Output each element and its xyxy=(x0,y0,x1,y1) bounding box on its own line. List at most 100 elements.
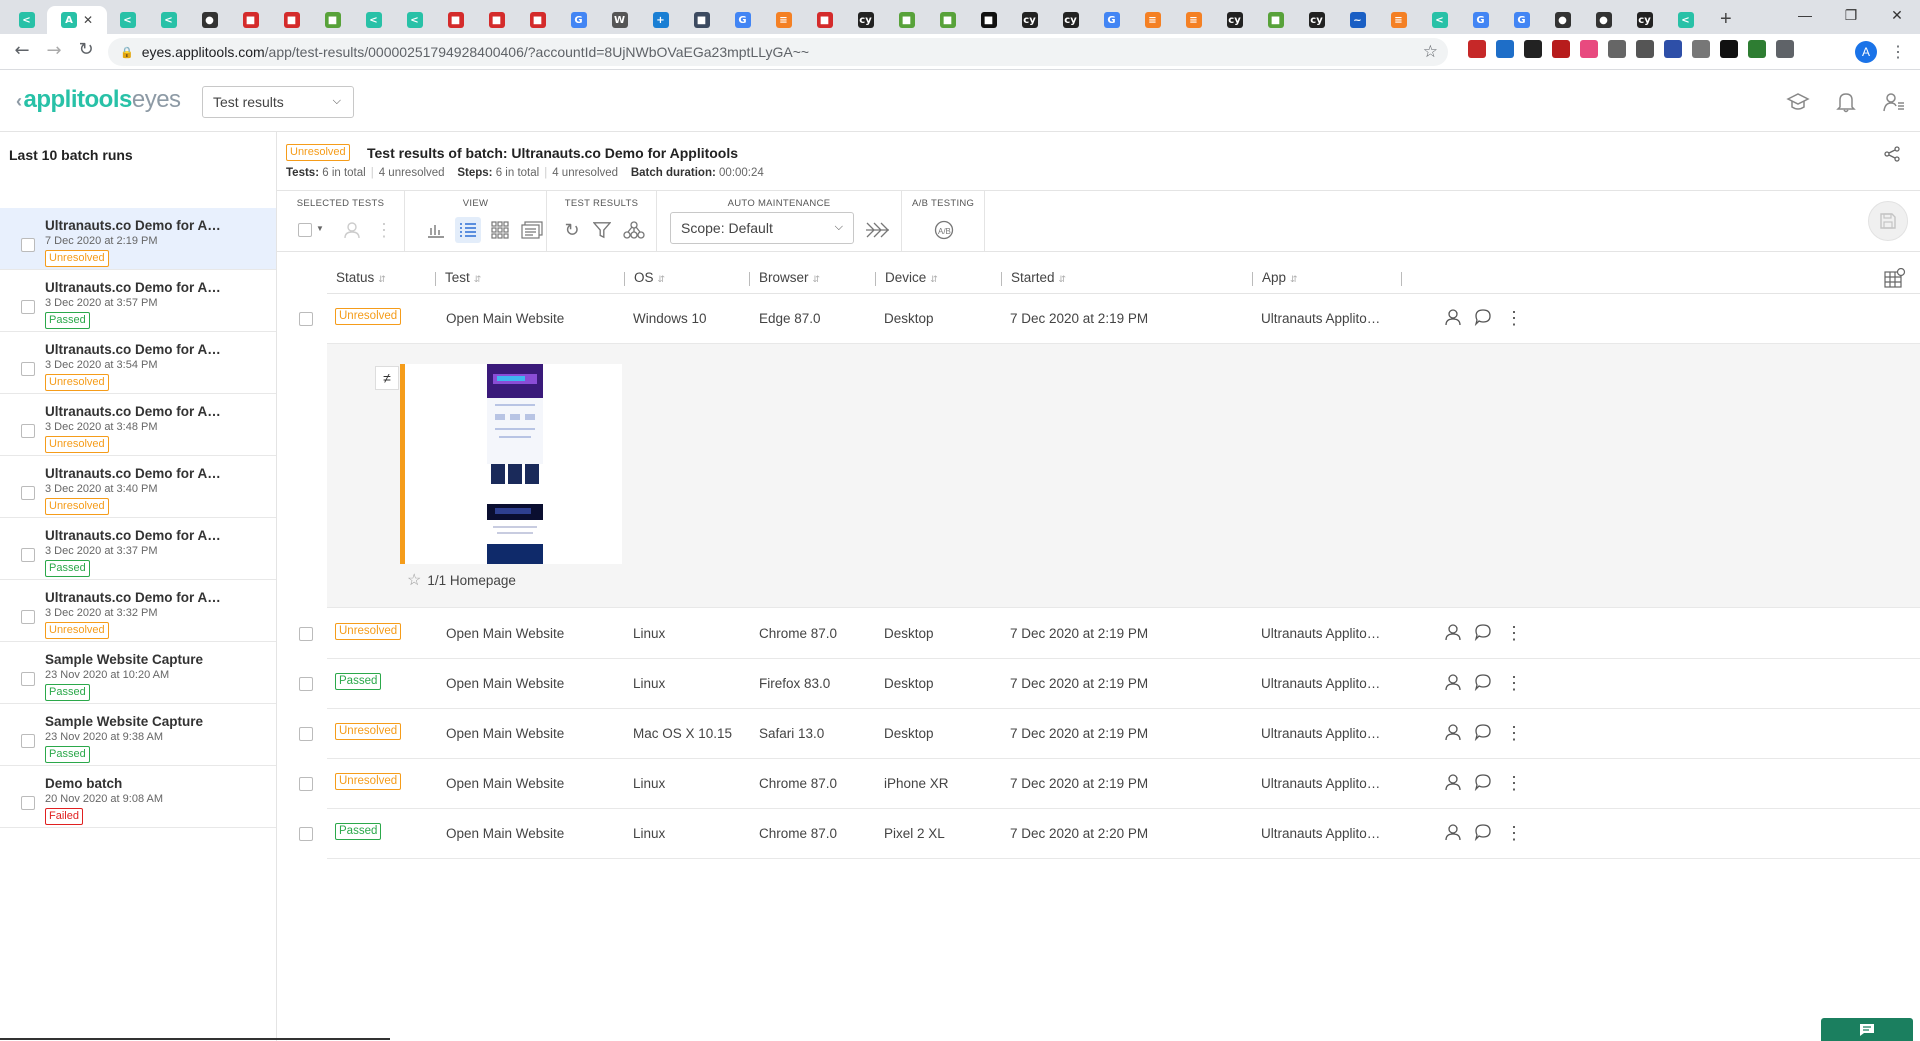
row-more-icon[interactable]: ⋮ xyxy=(1505,673,1523,694)
browser-tab[interactable]: < xyxy=(6,6,47,34)
batch-checkbox[interactable] xyxy=(21,424,35,438)
browser-tab[interactable]: G xyxy=(1460,6,1501,34)
details-view-icon[interactable] xyxy=(519,217,545,243)
browser-tab[interactable]: ≡ xyxy=(1173,6,1214,34)
browser-tab[interactable]: ● xyxy=(1583,6,1624,34)
profile-avatar[interactable]: A xyxy=(1855,41,1877,63)
batch-list-item[interactable]: Sample Website Capture 23 Nov 2020 at 10:… xyxy=(0,642,276,704)
back-icon[interactable]: ← xyxy=(6,40,38,61)
browser-tab[interactable]: G xyxy=(558,6,599,34)
batch-checkbox[interactable] xyxy=(21,548,35,562)
browser-tab[interactable]: + xyxy=(640,6,681,34)
browser-tab[interactable]: A ✕ xyxy=(47,6,107,34)
comment-icon[interactable] xyxy=(1474,723,1492,746)
browser-tab[interactable]: G xyxy=(722,6,763,34)
column-status[interactable]: Status ⇵ xyxy=(336,270,386,285)
ext-blue-icon[interactable] xyxy=(1496,40,1514,58)
ab-testing-icon[interactable]: A/B xyxy=(931,217,957,243)
comment-icon[interactable] xyxy=(1474,623,1492,646)
applitools-logo[interactable]: ‹applitoolseyes xyxy=(16,86,181,114)
batch-list-item[interactable]: Ultranauts.co Demo for A… 3 Dec 2020 at 3… xyxy=(0,332,276,394)
row-more-icon[interactable]: ⋮ xyxy=(1505,823,1523,844)
ext-chat-icon[interactable] xyxy=(1524,40,1542,58)
ext-pink-icon[interactable] xyxy=(1580,40,1598,58)
table-row[interactable]: Unresolved Open Main Website Windows 10 Edg… xyxy=(299,294,1920,344)
browser-tab[interactable]: ~ xyxy=(1337,6,1378,34)
browser-tab[interactable]: G xyxy=(1501,6,1542,34)
grid-view-icon[interactable] xyxy=(487,217,513,243)
ext-camera-icon[interactable] xyxy=(1692,40,1710,58)
browser-tab[interactable]: ≡ xyxy=(1132,6,1173,34)
close-tab-icon[interactable]: ✕ xyxy=(83,13,93,27)
row-more-icon[interactable]: ⋮ xyxy=(1505,308,1523,329)
new-tab-button[interactable]: + xyxy=(1720,8,1732,31)
bar-chart-view-icon[interactable] xyxy=(423,217,449,243)
page-view-select[interactable]: Test results ⌵ xyxy=(202,86,354,118)
table-row[interactable]: Unresolved Open Main Website Linux Chrome 8… xyxy=(299,759,1920,809)
bookmark-star-icon[interactable]: ☆ xyxy=(1423,42,1438,62)
comment-icon[interactable] xyxy=(1474,823,1492,846)
browser-tab[interactable]: ■ xyxy=(927,6,968,34)
batch-list-item[interactable]: Ultranauts.co Demo for A… 3 Dec 2020 at 3… xyxy=(0,456,276,518)
ext-search-icon[interactable] xyxy=(1664,40,1682,58)
column-device[interactable]: Device ⇵ xyxy=(885,270,938,285)
filter-results-icon[interactable] xyxy=(589,217,615,243)
minimize-icon[interactable]: — xyxy=(1782,0,1828,30)
bell-icon[interactable] xyxy=(1834,90,1858,114)
browser-tab[interactable]: cy xyxy=(1009,6,1050,34)
browser-tab[interactable]: ■ xyxy=(804,6,845,34)
table-row[interactable]: Passed Open Main Website Linux Chrome 87.0 P… xyxy=(299,809,1920,859)
browser-tab[interactable]: cy xyxy=(1296,6,1337,34)
column-started[interactable]: Started ⇵ xyxy=(1011,270,1066,285)
browser-tab[interactable]: < xyxy=(107,6,148,34)
browser-tab[interactable]: ≡ xyxy=(1378,6,1419,34)
ext-ip-icon[interactable] xyxy=(1608,40,1626,58)
group-by-icon[interactable] xyxy=(621,217,647,243)
browser-tab[interactable]: < xyxy=(148,6,189,34)
save-button[interactable] xyxy=(1868,201,1908,241)
row-checkbox[interactable] xyxy=(299,777,313,791)
assign-user-icon[interactable] xyxy=(1444,773,1462,796)
batch-list-item[interactable]: Ultranauts.co Demo for A… 3 Dec 2020 at 3… xyxy=(0,580,276,642)
auto-maintenance-icon[interactable] xyxy=(865,217,891,243)
star-icon[interactable]: ☆ xyxy=(407,572,421,589)
url-bar[interactable]: 🔒 eyes.applitools.com /app/test-results/… xyxy=(108,38,1448,66)
batch-list-item[interactable]: Ultranauts.co Demo for A… 7 Dec 2020 at 2… xyxy=(0,208,276,270)
batch-checkbox[interactable] xyxy=(21,300,35,314)
browser-tab[interactable]: ■ xyxy=(1255,6,1296,34)
batch-checkbox[interactable] xyxy=(21,672,35,686)
assign-user-icon[interactable] xyxy=(1444,623,1462,646)
browser-tab[interactable]: cy xyxy=(845,6,886,34)
browser-tab[interactable]: ≡ xyxy=(763,6,804,34)
user-settings-icon[interactable] xyxy=(1882,90,1906,114)
assign-user-icon[interactable] xyxy=(339,217,365,243)
restore-icon[interactable]: ❐ xyxy=(1828,0,1874,30)
browser-tab[interactable]: ■ xyxy=(230,6,271,34)
batch-list-item[interactable]: Ultranauts.co Demo for A… 3 Dec 2020 at 3… xyxy=(0,518,276,580)
list-view-icon[interactable] xyxy=(455,217,481,243)
browser-menu-icon[interactable]: ⋮ xyxy=(1890,42,1906,62)
browser-tab[interactable]: G xyxy=(1091,6,1132,34)
row-more-icon[interactable]: ⋮ xyxy=(1505,623,1523,644)
browser-tab[interactable]: < xyxy=(1419,6,1460,34)
reload-icon[interactable]: ↻ xyxy=(70,39,102,60)
browser-tab[interactable]: ■ xyxy=(968,6,1009,34)
select-all-tests-checkbox[interactable] xyxy=(298,223,312,237)
browser-tab[interactable]: < xyxy=(353,6,394,34)
select-tests-caret-icon[interactable]: ▼ xyxy=(316,224,324,233)
browser-tab[interactable]: cy xyxy=(1050,6,1091,34)
chat-support-button[interactable] xyxy=(1821,1018,1913,1041)
scope-select[interactable]: Scope: Default ⌵ xyxy=(670,212,854,244)
step-label[interactable]: ☆ 1/1 Homepage xyxy=(407,570,516,590)
browser-tab[interactable]: ■ xyxy=(476,6,517,34)
ext-green-icon[interactable] xyxy=(1748,40,1766,58)
batch-checkbox[interactable] xyxy=(21,486,35,500)
share-icon[interactable] xyxy=(1884,146,1900,167)
batch-list-item[interactable]: Ultranauts.co Demo for A… 3 Dec 2020 at 3… xyxy=(0,394,276,456)
browser-tab[interactable]: ■ xyxy=(681,6,722,34)
browser-tab[interactable]: ● xyxy=(1542,6,1583,34)
step-thumbnail[interactable] xyxy=(400,364,622,564)
close-window-icon[interactable]: ✕ xyxy=(1874,0,1920,30)
ext-drive-icon[interactable] xyxy=(1636,40,1654,58)
browser-tab[interactable]: ● xyxy=(189,6,230,34)
